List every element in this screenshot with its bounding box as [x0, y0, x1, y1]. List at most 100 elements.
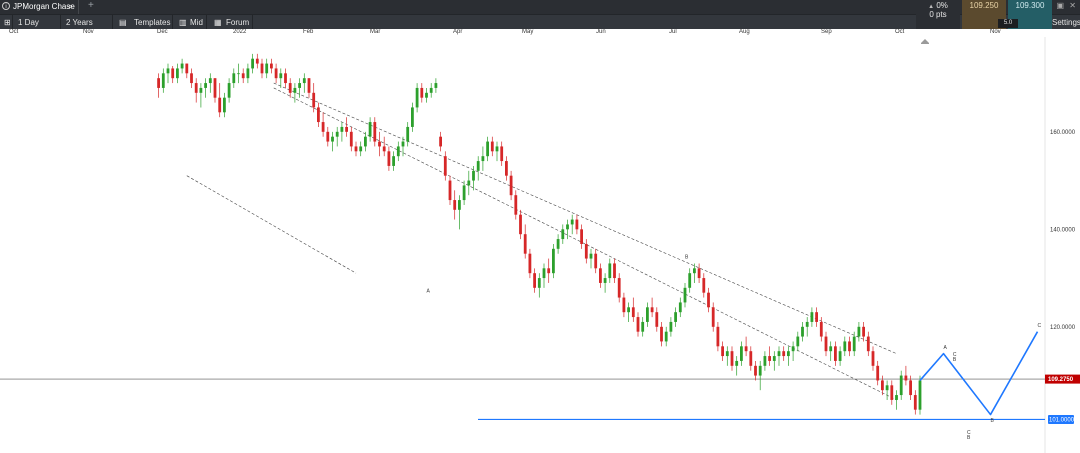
- candle-body: [693, 268, 696, 274]
- candle-body: [368, 122, 372, 137]
- candle-body: [909, 380, 912, 396]
- popout-icon[interactable]: ▣: [1056, 1, 1064, 10]
- sell-price[interactable]: 109.250: [962, 1, 1006, 10]
- range-select[interactable]: 2 Years: [62, 15, 97, 30]
- candle-body: [528, 253, 532, 274]
- price-mode-button[interactable]: Mid: [186, 15, 207, 30]
- candle-body: [190, 73, 193, 84]
- candle-body: [552, 248, 555, 274]
- x-tick-label: 2022: [233, 29, 247, 35]
- search-icon[interactable]: ⌕: [68, 1, 73, 12]
- templates-icon[interactable]: ▤: [115, 15, 127, 30]
- candle-body: [613, 263, 616, 279]
- y-axis-area: [1045, 37, 1080, 453]
- close-icon[interactable]: ✕: [1069, 1, 1076, 10]
- candle-body: [204, 83, 207, 88]
- candle-body: [561, 229, 565, 240]
- candle-body: [180, 63, 184, 69]
- templates-button[interactable]: Templates: [130, 15, 174, 30]
- candle-body: [448, 180, 452, 201]
- candle-body: [669, 321, 673, 332]
- candle-body: [255, 58, 259, 64]
- info-icon[interactable]: i: [2, 2, 10, 10]
- x-tick-label: Oct: [9, 29, 19, 35]
- candle-body: [829, 346, 833, 352]
- candle-body: [284, 73, 287, 84]
- candle-body: [735, 360, 739, 366]
- candle-body: [899, 375, 903, 396]
- x-tick-label: Dec: [157, 29, 168, 35]
- candle-body: [848, 341, 851, 352]
- change-box: ▲ 0% 0 pts: [916, 0, 960, 29]
- candle-body: [866, 336, 870, 352]
- candle-body: [373, 122, 377, 142]
- candle-body: [241, 73, 245, 79]
- candle-body: [425, 92, 428, 98]
- candle-body: [232, 73, 236, 84]
- instrument-name[interactable]: JPMorgan Chase: [13, 2, 75, 11]
- candle-body: [270, 63, 273, 69]
- candle-body: [707, 292, 710, 308]
- time-axis: Oct Nov Dec 2022 Feb Mar Apr May Jun Jul…: [0, 29, 1080, 37]
- candle-body: [251, 58, 254, 69]
- candle-body: [364, 136, 367, 147]
- candle-body: [838, 351, 842, 361]
- candle-body: [674, 312, 677, 322]
- divider: [172, 15, 173, 30]
- add-tab-button[interactable]: +: [88, 0, 94, 11]
- candle-body: [834, 346, 837, 361]
- candle-body: [335, 131, 339, 137]
- forum-button[interactable]: Forum: [222, 15, 253, 30]
- candle-body: [288, 83, 292, 93]
- forum-icon[interactable]: ▦: [210, 15, 222, 30]
- candle-body: [824, 336, 828, 352]
- candle-body: [443, 156, 447, 176]
- candle-body: [199, 87, 203, 93]
- plot-area[interactable]: [0, 37, 1045, 453]
- candle-body: [711, 307, 715, 327]
- candle-body: [176, 68, 179, 79]
- candle-body: [519, 214, 522, 235]
- candle-body: [801, 326, 804, 337]
- candle-body: [326, 131, 330, 142]
- candle-body: [476, 161, 480, 171]
- candle-body: [312, 92, 316, 108]
- x-tick-label: Feb: [303, 29, 314, 35]
- candle-body: [194, 83, 198, 93]
- interval-select[interactable]: 1 Day: [14, 15, 43, 30]
- candle-body: [429, 87, 433, 93]
- divider: [60, 15, 61, 30]
- candle-body: [594, 253, 598, 269]
- candle-body: [505, 161, 508, 176]
- candle-body: [622, 297, 626, 313]
- candle-body: [317, 107, 320, 123]
- candle-body: [749, 351, 753, 366]
- candle-body: [434, 83, 438, 88]
- candle-body: [218, 97, 222, 113]
- candle-body: [913, 395, 917, 410]
- x-tick-label: Jul: [669, 29, 677, 35]
- candle-body: [721, 346, 724, 357]
- candle-body: [904, 375, 908, 381]
- bar-chart-icon[interactable]: ▥: [175, 15, 187, 30]
- price-chart[interactable]: 160.0000 140.0000 120.0000 ABABCBCBC 109…: [0, 0, 1080, 453]
- candle-body: [758, 365, 762, 376]
- buy-price[interactable]: 109.300: [1008, 1, 1052, 10]
- candle-body: [490, 141, 494, 152]
- candle-body: [223, 97, 226, 113]
- candle-body: [646, 307, 649, 322]
- candle-body: [852, 336, 856, 352]
- wave-label: C: [967, 430, 971, 436]
- candle-body: [307, 78, 311, 93]
- quote-panel: ▲ 0% 0 pts 109.250 109.300 5.0: [916, 0, 1056, 29]
- candle-body: [683, 287, 687, 303]
- candle-body: [881, 380, 884, 391]
- candle-body: [453, 200, 457, 210]
- x-tick-label: Nov: [83, 29, 94, 35]
- spread-value: 5.0: [998, 19, 1018, 28]
- candle-body: [171, 68, 175, 79]
- candle-body: [420, 87, 424, 98]
- change-points: 0 pts: [929, 10, 947, 19]
- candle-body: [495, 146, 499, 152]
- candle-body: [378, 141, 381, 147]
